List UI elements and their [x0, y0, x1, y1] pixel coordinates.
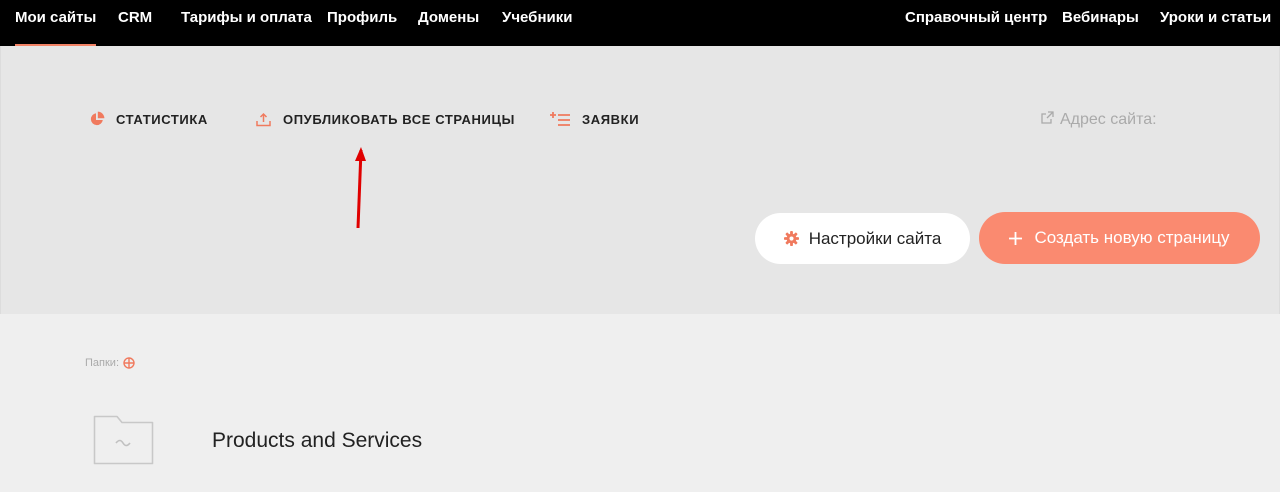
gear-icon [783, 231, 799, 246]
plus-icon [1009, 231, 1023, 245]
folder-icon [93, 415, 154, 465]
folders-section: Папки: [85, 357, 135, 369]
site-address-label: Адрес сайта: [1060, 111, 1157, 128]
site-settings-button[interactable]: Настройки сайта [755, 213, 970, 264]
nav-domains[interactable]: Домены [418, 0, 479, 46]
nav-help-center[interactable]: Справочный центр [905, 0, 1047, 46]
add-list-icon [550, 112, 570, 126]
site-address[interactable]: Адрес сайта: [1041, 110, 1157, 130]
nav-profile[interactable]: Профиль [327, 0, 397, 46]
publish-all-pages-link[interactable]: ОПУБЛИКОВАТЬ ВСЕ СТРАНИЦЫ [256, 108, 515, 130]
project-title[interactable]: Products and Services [212, 429, 422, 453]
add-folder-icon[interactable] [123, 357, 135, 369]
top-navigation: Мои сайты CRM Тарифы и оплата Профиль До… [0, 0, 1280, 46]
statistics-link[interactable]: СТАТИСТИКА [89, 108, 208, 130]
nav-lessons[interactable]: Уроки и статьи [1160, 0, 1271, 46]
red-arrow-annotation [355, 147, 366, 229]
nav-tutorials[interactable]: Учебники [502, 0, 572, 46]
folders-label: Папки: [85, 357, 119, 369]
upload-icon [256, 112, 271, 127]
requests-label: ЗАЯВКИ [582, 111, 640, 127]
create-new-page-button[interactable]: Создать новую страницу [979, 212, 1260, 264]
requests-link[interactable]: ЗАЯВКИ [550, 108, 639, 130]
site-settings-label: Настройки сайта [808, 228, 942, 248]
site-header-panel [0, 46, 1280, 314]
create-new-page-label: Создать новую страницу [1034, 228, 1230, 247]
nav-pricing[interactable]: Тарифы и оплата [181, 0, 312, 46]
pie-chart-icon [89, 111, 105, 127]
statistics-label: СТАТИСТИКА [116, 111, 208, 127]
nav-webinars[interactable]: Вебинары [1062, 0, 1139, 46]
external-link-icon [1041, 111, 1054, 129]
nav-crm[interactable]: CRM [118, 0, 152, 46]
nav-my-sites[interactable]: Мои сайты [15, 0, 97, 46]
publish-all-pages-label: ОПУБЛИКОВАТЬ ВСЕ СТРАНИЦЫ [283, 111, 515, 127]
